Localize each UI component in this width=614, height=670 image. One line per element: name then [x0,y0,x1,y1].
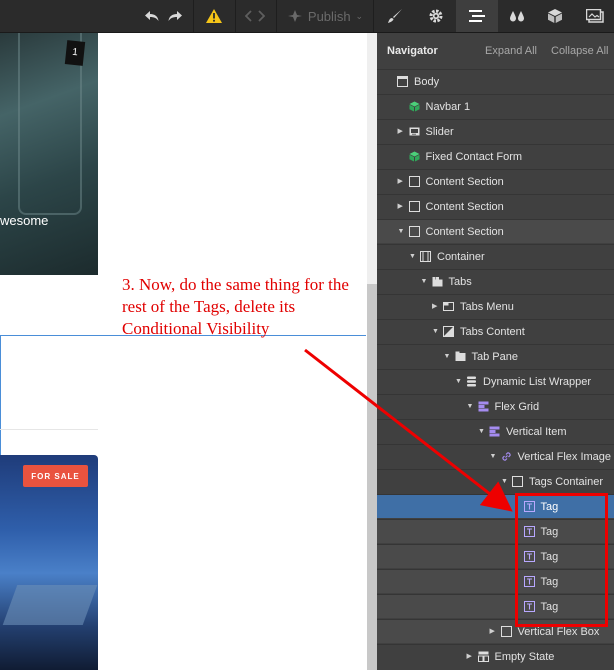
tree-row-label: Body [414,76,440,88]
tree-row-label: Content Section [425,176,504,188]
body-icon [397,76,408,87]
slider-icon [409,126,420,137]
symbol-icon [409,101,420,112]
tab-pane-icon [455,351,466,362]
gear-icon[interactable] [416,0,456,32]
caret-down-icon[interactable]: ▼ [478,420,485,444]
dynamic-item-icon [489,426,500,437]
tree-row-slider[interactable]: ▶ Slider [377,119,614,143]
caret-right-icon[interactable]: ▶ [398,170,403,194]
tree-row-content-section[interactable]: ▼ Content Section [377,219,614,243]
tree-row-content-section[interactable]: ▶ Content Section [377,194,614,218]
tree-row-label: Content Section [425,201,504,213]
tree-row-label: Container [437,251,485,263]
tree-row-tabs[interactable]: ▼ Tabs [377,269,614,293]
tree-row-tab-pane[interactable]: ▼ Tab Pane [377,344,614,368]
navigator-icon[interactable] [456,0,498,32]
tree-row-label: Flex Grid [494,401,540,413]
annotation-arrow [0,33,367,670]
tree-row-label: Tabs [448,276,472,288]
caret-right-icon[interactable]: ▶ [432,295,437,319]
tree-row-label: Tags Container [529,476,603,488]
tree-row-label: Tabs Content [460,326,525,338]
link-icon [501,451,512,462]
tabs-content-icon [443,326,454,337]
caret-down-icon[interactable]: ▼ [455,370,462,394]
cube-icon[interactable] [536,0,574,32]
top-toolbar: Publish ⌄ [0,0,614,33]
caret-down-icon[interactable]: ▼ [398,220,405,244]
dynamic-list-icon [466,376,477,387]
canvas-scrollbar[interactable] [367,284,377,670]
tabs-menu-icon [443,301,454,312]
caret-down-icon[interactable]: ▼ [490,445,497,469]
empty-state-icon [477,651,489,662]
caret-right-icon[interactable]: ▶ [398,195,403,219]
expand-all-button[interactable]: Expand All [485,45,537,57]
flex-grid-icon [478,401,489,412]
collapse-all-button[interactable]: Collapse All [551,45,608,57]
caret-down-icon[interactable]: ▼ [421,270,428,294]
tabs-icon [432,276,443,287]
tree-row-label: Vertical Item [506,426,567,438]
section-icon [408,176,420,187]
tree-row-content-section[interactable]: ▶ Content Section [377,169,614,193]
caret-down-icon[interactable]: ▼ [467,395,474,419]
redo-icon[interactable] [163,0,187,32]
tree-row-flex-grid[interactable]: ▼ Flex Grid [377,394,614,418]
tree-row-label: Fixed Contact Form [425,151,523,163]
tree-row-fixed-contact-form[interactable]: Fixed Contact Form [377,144,614,168]
caret-right-icon[interactable]: ▶ [398,120,403,144]
publish-icon [287,10,302,22]
caret-down-icon[interactable]: ▼ [409,245,416,269]
navigator-header: Navigator Expand All Collapse All [377,33,614,69]
tree-row-tags-container[interactable]: ▼ Tags Container [377,469,614,493]
drops-icon[interactable] [498,0,536,32]
tree-row-body[interactable]: Body [377,69,614,93]
highlight-box [515,493,608,627]
tree-row-dynamic-list-wrapper[interactable]: ▼ Dynamic List Wrapper [377,369,614,393]
tree-row-empty-state[interactable]: ▶ Empty State [377,644,614,668]
tree-row-vertical-flex-image[interactable]: ▼ Vertical Flex Image [377,444,614,468]
caret-down-icon[interactable]: ▼ [501,470,508,494]
chevron-down-icon: ⌄ [355,10,364,21]
caret-down-icon[interactable]: ▼ [432,320,439,344]
tree-row-label: Slider [425,126,454,138]
tree-row-label: Dynamic List Wrapper [483,376,591,388]
undo-icon[interactable] [141,0,163,32]
tree-row-tabs-content[interactable]: ▼ Tabs Content [377,319,614,343]
publish-label: Publish [307,8,351,24]
designer-canvas[interactable]: 1 wesome FOR SALE 3. Now, do the same th… [0,33,367,670]
publish-button[interactable]: Publish ⌄ [283,0,367,32]
symbol-icon [409,151,420,162]
tree-row-label: Navbar 1 [425,101,471,113]
code-icon[interactable] [240,0,270,32]
tree-row-label: Empty State [494,651,555,663]
box-icon [500,626,512,637]
tree-row-label: Vertical Flex Image [517,451,612,463]
tree-row-vertical-item[interactable]: ▼ Vertical Item [377,419,614,443]
assets-icon[interactable] [576,0,614,32]
container-icon [420,251,431,262]
tree-row-tabs-menu[interactable]: ▶ Tabs Menu [377,294,614,318]
caret-down-icon[interactable]: ▼ [444,345,451,369]
navigator-title: Navigator [387,45,438,57]
section-icon [408,226,420,237]
caret-right-icon[interactable]: ▶ [467,645,472,669]
brush-icon[interactable] [376,0,414,32]
caret-right-icon[interactable]: ▶ [490,620,495,644]
section-icon [408,201,420,212]
tree-row-label: Tab Pane [471,351,518,363]
tree-row-container[interactable]: ▼ Container [377,244,614,268]
tree-row-label: Tabs Menu [460,301,514,313]
box-icon [512,476,523,487]
tree-row-navbar-1[interactable]: Navbar 1 [377,94,614,118]
tree-row-label: Content Section [425,226,504,238]
warning-icon[interactable] [200,0,228,32]
